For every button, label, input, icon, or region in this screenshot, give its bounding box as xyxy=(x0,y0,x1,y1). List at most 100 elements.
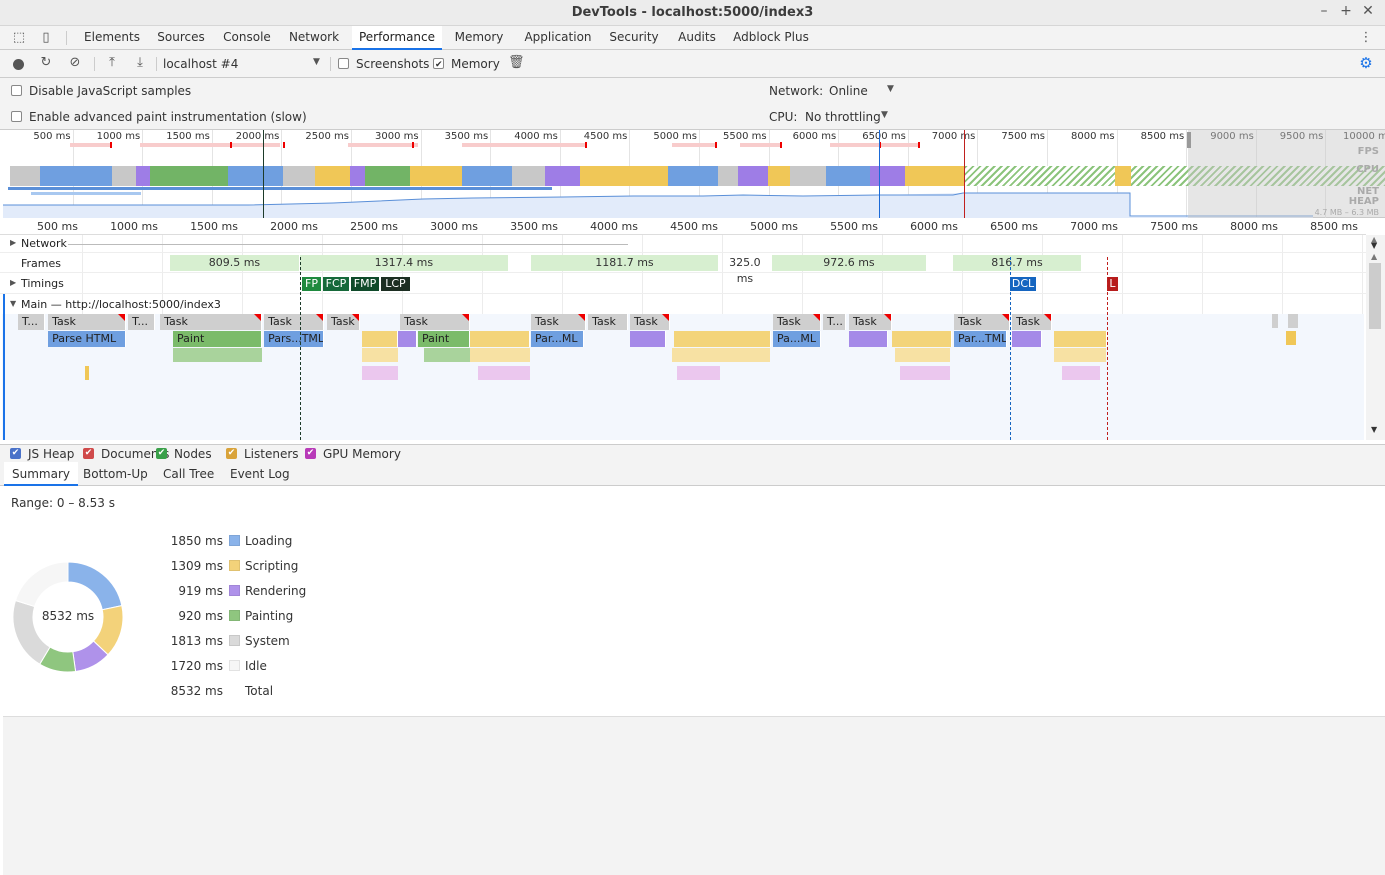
rendering-event[interactable] xyxy=(1012,331,1042,347)
tab-adblock-plus[interactable]: Adblock Plus xyxy=(731,26,811,50)
task-block[interactable]: Task xyxy=(1012,314,1053,330)
task-block[interactable]: T... xyxy=(822,314,846,330)
cpu-throttle-select[interactable]: No throttling ▼ xyxy=(803,108,893,126)
frame-block[interactable]: 816.7 ms xyxy=(953,255,1081,271)
tab-application[interactable]: Application xyxy=(518,26,598,50)
task-block[interactable]: Task xyxy=(400,314,470,330)
minimize-button[interactable]: – xyxy=(1316,3,1332,19)
memory-checkbox[interactable] xyxy=(433,58,444,69)
inspect-element-icon[interactable]: ⬚ xyxy=(11,30,27,45)
timing-marker-lcp[interactable]: LCP xyxy=(381,277,410,291)
nested-event[interactable] xyxy=(362,366,398,380)
timings-track[interactable]: ▶ Timings FP FCP FMP LCP DCL L xyxy=(0,273,1366,294)
nested-event[interactable] xyxy=(1288,314,1298,328)
counter-js-heap-checkbox[interactable]: ✔ JS Heap xyxy=(10,447,83,461)
scroll-up-icon[interactable]: ▲ xyxy=(1371,252,1377,261)
task-block[interactable]: Task xyxy=(160,314,262,330)
overview-window-handle[interactable] xyxy=(1187,132,1191,148)
advanced-paint-checkbox[interactable] xyxy=(11,111,22,122)
scripting-event[interactable] xyxy=(892,331,953,347)
tab-performance[interactable]: Performance xyxy=(352,26,442,50)
tab-sources[interactable]: Sources xyxy=(151,26,211,50)
tab-summary[interactable]: Summary xyxy=(4,462,78,486)
frame-block[interactable]: 1317.4 ms xyxy=(299,255,508,271)
nested-event[interactable] xyxy=(1286,331,1296,345)
clear-icon[interactable]: ⊘ xyxy=(67,55,83,70)
loading-event[interactable]: Pars...TML xyxy=(264,331,325,347)
nested-event[interactable] xyxy=(1054,348,1106,362)
nested-event[interactable] xyxy=(424,348,470,362)
scripting-event[interactable] xyxy=(674,331,771,347)
frame-block[interactable]: 809.5 ms xyxy=(170,255,299,271)
reload-record-icon[interactable]: ↻ xyxy=(38,55,54,70)
nested-event[interactable] xyxy=(895,348,950,362)
rendering-event[interactable] xyxy=(398,331,418,347)
timing-marker-l[interactable]: L xyxy=(1106,277,1118,291)
rendering-event[interactable] xyxy=(630,331,666,347)
screenshots-checkbox[interactable] xyxy=(338,58,349,69)
load-profile-icon[interactable]: ⤒ xyxy=(104,55,120,70)
scripting-event[interactable] xyxy=(362,331,398,347)
nested-event[interactable] xyxy=(900,366,950,380)
scripting-event[interactable] xyxy=(1054,331,1107,347)
nested-event[interactable] xyxy=(85,366,89,380)
task-block[interactable]: Task xyxy=(588,314,629,330)
timing-marker-fmp[interactable]: FMP xyxy=(350,277,380,291)
task-block[interactable]: T... xyxy=(128,314,155,330)
scripting-event[interactable] xyxy=(470,331,530,347)
loading-event[interactable]: Pa...ML xyxy=(773,331,822,347)
timing-marker-dcl[interactable]: DCL xyxy=(1010,277,1037,291)
collapse-triangle-icon[interactable]: ▼ xyxy=(10,299,16,308)
network-throttle-select[interactable]: Online ▼ xyxy=(827,82,897,100)
tab-console[interactable]: Console xyxy=(217,26,277,50)
flame-chart[interactable]: ▶ Network Frames 809.5 ms 1317.4 ms 1181.7… xyxy=(0,235,1366,440)
maximize-button[interactable]: + xyxy=(1338,3,1354,19)
tab-network[interactable]: Network xyxy=(284,26,344,50)
loading-event[interactable]: Par...TML xyxy=(954,331,1007,347)
tab-elements[interactable]: Elements xyxy=(77,26,147,50)
tab-bottom-up[interactable]: Bottom-Up xyxy=(75,462,156,486)
nested-event[interactable] xyxy=(672,348,770,362)
task-block[interactable]: Task xyxy=(530,314,586,330)
painting-event[interactable]: Paint xyxy=(418,331,470,347)
timing-marker-fcp[interactable]: FCP xyxy=(322,277,349,291)
tab-memory[interactable]: Memory xyxy=(449,26,509,50)
tab-security[interactable]: Security xyxy=(604,26,664,50)
capture-settings-gear-icon[interactable]: ⚙ xyxy=(1358,54,1374,72)
task-block[interactable]: Task xyxy=(630,314,670,330)
frame-block[interactable]: 972.6 ms xyxy=(771,255,926,271)
task-block[interactable]: Task xyxy=(849,314,893,330)
scrollbar-thumb[interactable] xyxy=(1369,263,1381,329)
trash-icon[interactable]: 🗑 xyxy=(508,55,525,70)
scroll-down-icon[interactable]: ▼ xyxy=(1371,241,1377,250)
task-block[interactable]: Task xyxy=(326,314,361,330)
task-block[interactable]: T... xyxy=(18,314,46,330)
expand-triangle-icon[interactable]: ▶ xyxy=(10,278,16,287)
record-button[interactable] xyxy=(13,59,24,70)
nested-event[interactable] xyxy=(1062,366,1100,380)
tab-event-log[interactable]: Event Log xyxy=(222,462,298,486)
main-thread-track[interactable]: ▼ Main — http://localhost:5000/index3 T.… xyxy=(0,294,1366,440)
counter-listeners-checkbox[interactable]: ✔ Listeners xyxy=(226,447,305,461)
task-block[interactable]: Task xyxy=(954,314,1010,330)
more-options-icon[interactable]: ⋮ xyxy=(1358,30,1374,45)
frame-block[interactable]: 1181.7 ms xyxy=(530,255,718,271)
device-toolbar-icon[interactable]: ▯ xyxy=(38,30,54,45)
frame-block[interactable]: 325.0 ms xyxy=(720,255,770,285)
nested-event[interactable] xyxy=(173,348,262,362)
nested-event[interactable] xyxy=(478,366,530,380)
network-track[interactable]: ▶ Network xyxy=(0,235,1366,253)
task-block[interactable]: Task xyxy=(48,314,126,330)
timing-marker-fp[interactable]: FP xyxy=(302,277,321,291)
counter-gpu-memory-checkbox[interactable]: ✔ GPU Memory xyxy=(305,447,405,461)
nested-event[interactable] xyxy=(1272,314,1278,328)
close-button[interactable]: ✕ xyxy=(1360,3,1376,19)
flame-scrollbar[interactable]: ▲ ▼ ▲ ▼ xyxy=(1366,235,1385,440)
expand-triangle-icon[interactable]: ▶ xyxy=(10,238,16,247)
timeline-overview[interactable]: 500 ms 1000 ms 1500 ms 2000 ms 2500 ms 3000 m… xyxy=(3,130,1385,218)
nested-event[interactable] xyxy=(677,366,720,380)
loading-event[interactable]: Par...ML xyxy=(530,331,585,347)
profile-select[interactable]: localhost #4 ▼ xyxy=(161,55,325,73)
counter-documents-checkbox[interactable]: ✔ Documents xyxy=(83,447,169,461)
painting-event[interactable]: Paint xyxy=(173,331,262,347)
